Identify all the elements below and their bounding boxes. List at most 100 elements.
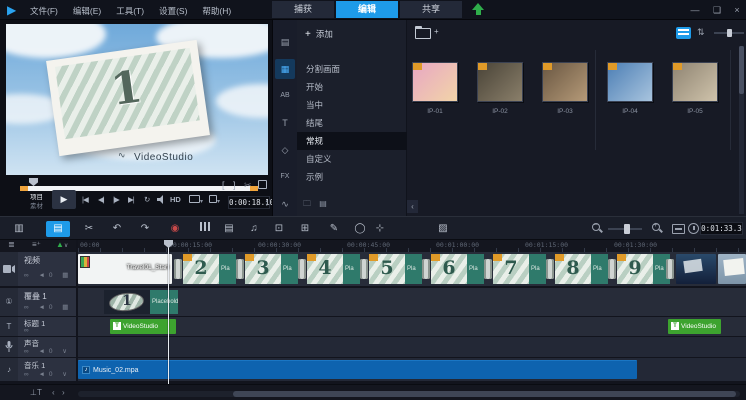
title-options-icon[interactable]: ⊡ <box>270 221 288 237</box>
volume-icon[interactable] <box>157 195 166 204</box>
clip-music-02[interactable]: ♪Music_02.mpa <box>78 360 637 379</box>
transition-icon[interactable] <box>174 259 182 279</box>
timeline-ruler[interactable]: 00:0000:00:15:0000:00:30:0000:00:45:0000… <box>78 240 746 252</box>
preview-timecode[interactable]: 0:00:18.10 ▲▼ <box>228 196 270 209</box>
title-track-controls[interactable]: ∞ <box>24 327 33 334</box>
trim-start-handle[interactable] <box>20 186 28 191</box>
title-track-lane[interactable]: TVideoStudio TVideoStudio <box>78 317 746 336</box>
speech-bubble-icon[interactable]: ◯ <box>351 221 369 237</box>
category-常规[interactable]: 常规 <box>297 132 407 150</box>
tab-共享[interactable]: 共享 <box>400 1 462 18</box>
overlay-track-lane[interactable]: 1 Placehold <box>78 288 746 316</box>
motion-path-icon[interactable]: ∿ <box>275 194 295 214</box>
template-card-IP-04[interactable] <box>607 62 653 102</box>
timeline-view-icon[interactable]: ▤ <box>46 221 70 237</box>
painting-creator-icon[interactable]: ✎ <box>325 221 343 237</box>
library-scrollbar[interactable] <box>739 46 744 214</box>
media-icon[interactable]: ▤ <box>275 32 295 52</box>
template-card-IP-01[interactable] <box>412 62 458 102</box>
menu-工[interactable]: 工具(T) <box>116 5 144 17</box>
zoom-out-icon[interactable]: − <box>592 223 604 235</box>
transition-icon[interactable] <box>608 259 616 279</box>
mark-out-button[interactable]: ] <box>233 180 236 190</box>
cut-tools-icon[interactable]: ✂ <box>80 221 98 237</box>
motion-tracking-icon[interactable]: ⊹ <box>371 221 389 237</box>
mark-in-button[interactable]: [ <box>222 180 225 190</box>
slider-thumb[interactable] <box>727 29 732 37</box>
voice-track-controls[interactable]: ∞ ◄0 ∨ <box>24 347 71 355</box>
tab-捕获[interactable]: 捕获 <box>272 1 334 18</box>
scrollbar-thumb[interactable] <box>233 391 736 397</box>
record-capture-icon[interactable]: ◉ <box>166 221 184 237</box>
redo-icon[interactable]: ↷ <box>136 221 154 237</box>
grid-options-icon[interactable]: ⊞ <box>296 221 314 237</box>
track-header-voice[interactable]: 声音 ∞ ◄0 ∨ <box>0 337 76 357</box>
template-card-IP-03[interactable] <box>542 62 588 102</box>
voice-track-lane[interactable] <box>78 337 746 357</box>
template-card-IP-02[interactable] <box>477 62 523 102</box>
snapshot-icon[interactable]: ▾ <box>209 195 220 205</box>
clip-overlay-placeholder[interactable]: 1 Placehold <box>104 290 178 314</box>
prev-frame-button[interactable]: ◀| <box>98 195 104 204</box>
tab-编辑[interactable]: 编辑 <box>336 1 398 18</box>
scroll-left-icon[interactable]: ‹ <box>52 388 55 397</box>
track-header-music[interactable]: ♪ 音乐 1 ∞ ◄0 ∨ <box>0 358 76 381</box>
hd-toggle[interactable]: HD <box>170 195 181 204</box>
track-manager-icon[interactable]: ≣ <box>8 240 15 249</box>
close-button[interactable]: × <box>730 5 744 15</box>
next-frame-button[interactable]: |▶ <box>113 195 119 204</box>
sort-icon[interactable]: ⇅ <box>697 27 705 38</box>
transition-icon[interactable]: AB <box>275 86 295 106</box>
category-当中[interactable]: 当中 <box>297 96 407 114</box>
transition-icon[interactable] <box>546 259 554 279</box>
overlay-track-controls[interactable]: ∞ ◄0 ▦ <box>24 303 72 311</box>
clip-title-2[interactable]: TVideoStudio <box>668 319 721 334</box>
add-track-icon[interactable]: ≡⁺ <box>32 240 41 249</box>
project-duration-icon[interactable] <box>688 223 699 234</box>
timeline-timecode[interactable]: 0:01:33.3 <box>700 222 743 235</box>
menu-编[interactable]: 编辑(E) <box>73 5 101 17</box>
track-header-video[interactable]: 视频 ∞ ◄0 ▦ <box>0 252 76 286</box>
filter-icon[interactable]: FX <box>275 167 295 187</box>
go-start-button[interactable]: |◀ <box>82 195 88 204</box>
track-header-title[interactable]: T 标题 1 ∞ <box>0 317 76 336</box>
video-track-lane[interactable]: Travel01_Start 2Pla3Pla4Pla5Pla6Pla7Pla8… <box>78 252 746 286</box>
import-folder-icon[interactable] <box>415 28 431 39</box>
transition-icon[interactable] <box>360 259 368 279</box>
template-card-IP-05[interactable] <box>672 62 718 102</box>
category-分割画面[interactable]: 分割画面 <box>297 60 407 78</box>
aspect-ratio-icon[interactable]: ▾ <box>189 195 203 205</box>
category-自定义[interactable]: 自定义 <box>297 150 407 168</box>
track-height-icon[interactable]: ⊥T <box>30 388 42 397</box>
subtitle-editor-icon[interactable]: ▤ <box>220 221 238 237</box>
timeline-zoom-slider[interactable] <box>608 228 642 230</box>
play-button[interactable]: ▶ <box>52 190 76 209</box>
category-footer-icons[interactable]: 🗀 ▤ <box>303 198 330 212</box>
go-end-button[interactable]: ▶| <box>128 195 134 204</box>
menu-设[interactable]: 设置(S) <box>159 5 187 17</box>
split-clip-icon[interactable]: ✂ <box>244 180 252 191</box>
instant-project-icon[interactable]: ▦ <box>275 59 295 79</box>
transition-icon[interactable] <box>422 259 430 279</box>
restore-button[interactable]: ❑ <box>710 5 724 16</box>
clip-travel01-start[interactable]: Travel01_Start <box>78 254 172 284</box>
title-icon[interactable]: T <box>275 113 295 133</box>
video-track-controls[interactable]: ∞ ◄0 ▦ <box>24 271 72 279</box>
update-arrow-icon[interactable] <box>472 3 484 16</box>
transition-icon[interactable] <box>666 259 674 279</box>
mode-clip-label[interactable]: 素材 <box>30 200 43 210</box>
clip-ending-template[interactable] <box>676 254 716 284</box>
transition-icon[interactable] <box>236 259 244 279</box>
music-track-lane[interactable]: ♪Music_02.mpa <box>78 358 746 381</box>
timecode-spinner[interactable]: ▲▼ <box>266 199 268 206</box>
mask-creator-icon[interactable]: ▨ <box>434 221 452 237</box>
music-track-controls[interactable]: ∞ ◄0 ∨ <box>24 370 71 378</box>
sound-mixer-icon[interactable] <box>196 221 214 237</box>
storyboard-view-icon[interactable]: ▥ <box>10 221 28 237</box>
ripple-edit-icon[interactable]: ▲∨ <box>56 240 68 249</box>
minimize-button[interactable]: — <box>688 5 702 15</box>
clip-ending-edge[interactable] <box>718 254 746 284</box>
category-结尾[interactable]: 结尾 <box>297 114 407 132</box>
repeat-button[interactable]: ↻ <box>144 195 150 204</box>
slider-thumb[interactable] <box>624 224 630 234</box>
